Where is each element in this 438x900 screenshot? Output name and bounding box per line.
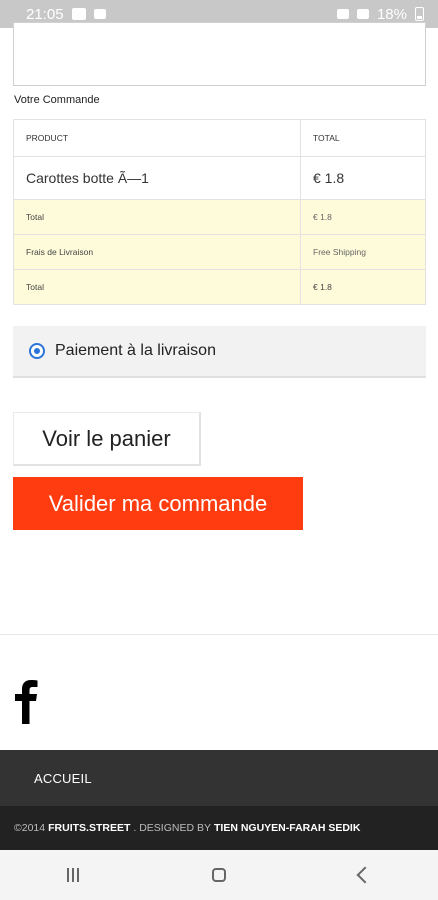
order-table: PRODUCT TOTAL Carottes botte Ã—1 € 1.8 T… <box>13 119 426 305</box>
item-name: Carottes botte Ã—1 <box>13 156 301 200</box>
payment-radio-button[interactable] <box>29 343 45 359</box>
designed-by-text: . DESIGNED BY <box>133 822 211 834</box>
battery-icon <box>415 7 424 21</box>
total-value: € 1.8 <box>300 269 426 305</box>
status-left: 21:05 <box>26 6 106 23</box>
brand-name[interactable]: FRUITS.STREET <box>48 822 130 834</box>
status-right: 18% <box>336 5 424 23</box>
item-total: € 1.8 <box>300 156 426 200</box>
signal-icon <box>356 9 369 19</box>
validate-order-button[interactable]: Valider ma commande <box>13 477 303 530</box>
footer-copyright: ©2014 FRUITS.STREET. DESIGNED BY TIEN NG… <box>0 806 438 850</box>
wifi-icon <box>336 9 349 19</box>
subtotal-value: € 1.8 <box>300 199 426 235</box>
shipping-value: Free Shipping <box>300 234 426 270</box>
home-icon[interactable] <box>211 868 226 882</box>
header-total: TOTAL <box>300 119 426 157</box>
table-header-row: PRODUCT TOTAL <box>13 119 426 157</box>
android-navigation-bar <box>0 850 438 900</box>
footer-nav: ACCUEIL <box>0 750 438 806</box>
facebook-icon[interactable] <box>14 680 40 724</box>
designer-name[interactable]: TIEN NGUYEN-FARAH SEDIK <box>214 822 360 834</box>
gallery-icon <box>93 9 106 19</box>
battery-percent: 18% <box>376 5 407 23</box>
subtotal-row: Total € 1.8 <box>13 199 426 235</box>
shipping-row: Frais de Livraison Free Shipping <box>13 234 426 270</box>
recent-apps-icon[interactable] <box>66 868 79 882</box>
payment-method-option[interactable]: Paiement à la livraison <box>13 326 426 378</box>
copyright-year: ©2014 <box>14 822 46 834</box>
order-notes-textarea[interactable] <box>13 22 426 86</box>
divider <box>0 634 438 635</box>
view-cart-button[interactable]: Voir le panier <box>13 412 201 466</box>
total-label: Total <box>13 269 301 305</box>
back-icon[interactable] <box>356 866 374 884</box>
subtotal-label: Total <box>13 199 301 235</box>
header-product: PRODUCT <box>13 119 301 157</box>
notification-icon <box>71 8 86 20</box>
table-row: Carottes botte Ã—1 € 1.8 <box>13 156 426 200</box>
order-section-title: Votre Commande <box>14 94 100 106</box>
payment-label: Paiement à la livraison <box>55 342 216 359</box>
total-row: Total € 1.8 <box>13 269 426 305</box>
footer-link-accueil[interactable]: ACCUEIL <box>34 771 92 786</box>
shipping-label: Frais de Livraison <box>13 234 301 270</box>
status-time: 21:05 <box>26 5 64 23</box>
